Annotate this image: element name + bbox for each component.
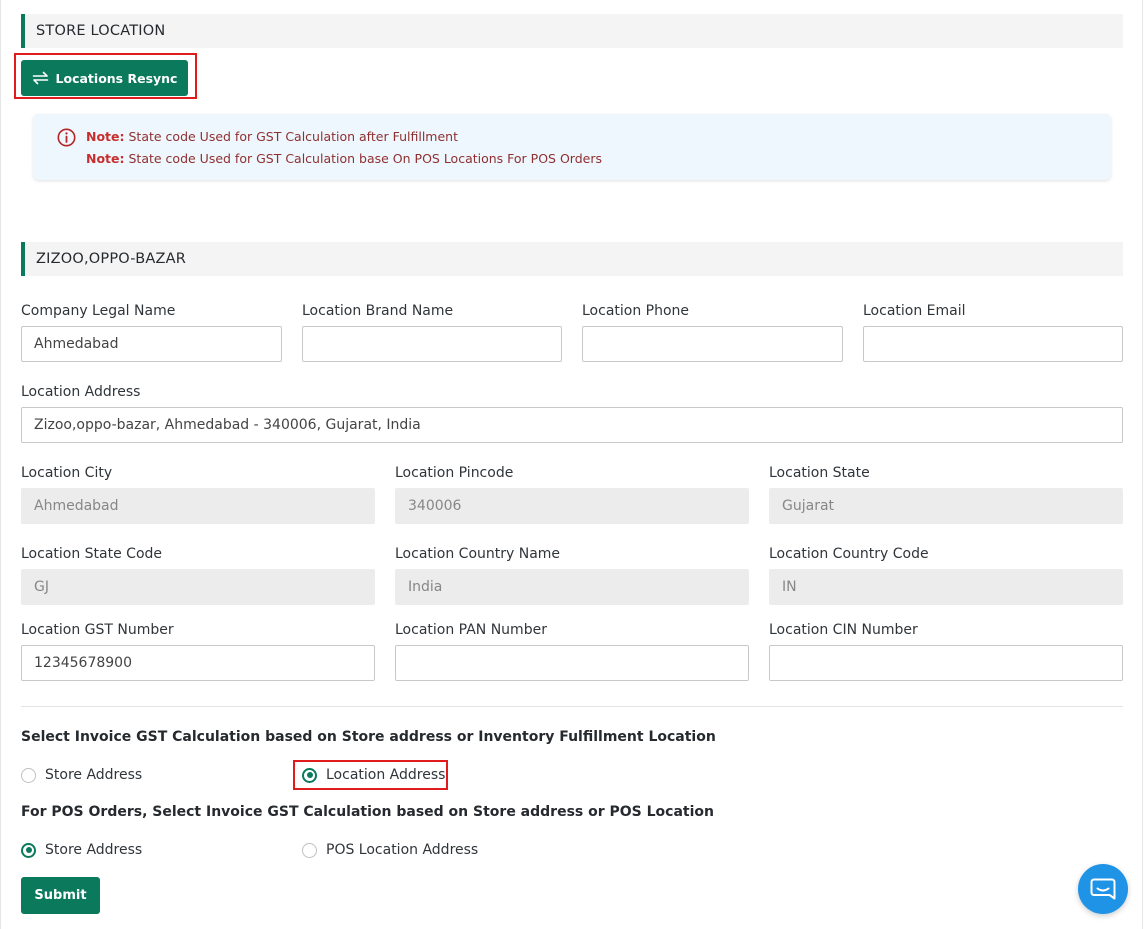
location-brand-name-label: Location Brand Name	[302, 303, 454, 319]
location-address-label: Location Address	[21, 384, 141, 400]
location-email-label: Location Email	[863, 303, 966, 319]
pos-gst-store-address-option[interactable]: Store Address	[21, 842, 142, 858]
invoice-gst-store-address-label: Store Address	[45, 767, 143, 783]
company-legal-name-label: Company Legal Name	[21, 303, 176, 319]
pos-gst-pos-location-address-radio[interactable]	[302, 842, 317, 858]
location-country-code-label: Location Country Code	[769, 546, 929, 562]
invoice-gst-store-address-option[interactable]: Store Address	[21, 767, 142, 783]
info-circle-icon	[57, 128, 76, 147]
note-line-fulfillment: Note: State code Used for GST Calculatio…	[86, 129, 458, 144]
location-state-code-input	[21, 569, 375, 605]
pos-gst-store-address-radio[interactable]	[21, 842, 36, 858]
invoice-gst-location-address-option[interactable]: Location Address	[302, 767, 445, 783]
chat-bubble-icon	[1090, 878, 1116, 900]
page-right-border	[1142, 0, 1143, 929]
note-line-pos: Note: State code Used for GST Calculatio…	[86, 151, 602, 166]
sync-arrows-icon	[32, 71, 48, 85]
location-pan-number-input[interactable]	[395, 645, 749, 681]
location-cin-number-label: Location CIN Number	[769, 622, 918, 638]
gst-note-box: Note: State code Used for GST Calculatio…	[33, 114, 1111, 180]
locations-resync-label: Locations Resync	[55, 70, 178, 86]
location-phone-input[interactable]	[582, 326, 843, 362]
location-state-code-label: Location State Code	[21, 546, 163, 562]
location-gst-number-label: Location GST Number	[21, 622, 174, 638]
location-pan-number-label: Location PAN Number	[395, 622, 547, 638]
location-email-input[interactable]	[863, 326, 1123, 362]
invoice-gst-location-address-radio[interactable]	[302, 767, 317, 783]
submit-button[interactable]: Submit	[21, 877, 100, 914]
invoice-gst-question: Select Invoice GST Calculation based on …	[21, 729, 716, 745]
locations-resync-button[interactable]: Locations Resync	[21, 60, 188, 96]
company-legal-name-input[interactable]	[21, 326, 282, 362]
location-pincode-input	[395, 488, 749, 524]
store-location-header: STORE LOCATION	[21, 14, 1123, 48]
location-state-label: Location State	[769, 465, 870, 481]
invoice-gst-store-address-radio[interactable]	[21, 767, 36, 783]
page-left-border	[0, 0, 1, 929]
pos-gst-pos-location-address-option[interactable]: POS Location Address	[302, 842, 478, 858]
location-country-code-input	[769, 569, 1123, 605]
location-city-label: Location City	[21, 465, 113, 481]
form-divider	[21, 706, 1123, 707]
location-state-input	[769, 488, 1123, 524]
location-brand-name-input[interactable]	[302, 326, 562, 362]
location-gst-number-input[interactable]	[21, 645, 375, 681]
pos-gst-question: For POS Orders, Select Invoice GST Calcu…	[21, 804, 714, 820]
location-pincode-label: Location Pincode	[395, 465, 514, 481]
location-country-name-label: Location Country Name	[395, 546, 561, 562]
pos-gst-pos-location-address-label: POS Location Address	[326, 842, 479, 858]
pos-gst-store-address-label: Store Address	[45, 842, 143, 858]
location-cin-number-input[interactable]	[769, 645, 1123, 681]
location-country-name-input	[395, 569, 749, 605]
resync-highlight-frame: Locations Resync	[14, 53, 197, 99]
invoice-gst-location-address-label: Location Address	[326, 767, 446, 783]
location-phone-label: Location Phone	[582, 303, 690, 319]
chat-widget-button[interactable]	[1078, 864, 1128, 914]
location-address-input[interactable]	[21, 407, 1123, 443]
location-city-input	[21, 488, 375, 524]
location-name-header: ZIZOO,OPPO-BAZAR	[21, 242, 1123, 276]
